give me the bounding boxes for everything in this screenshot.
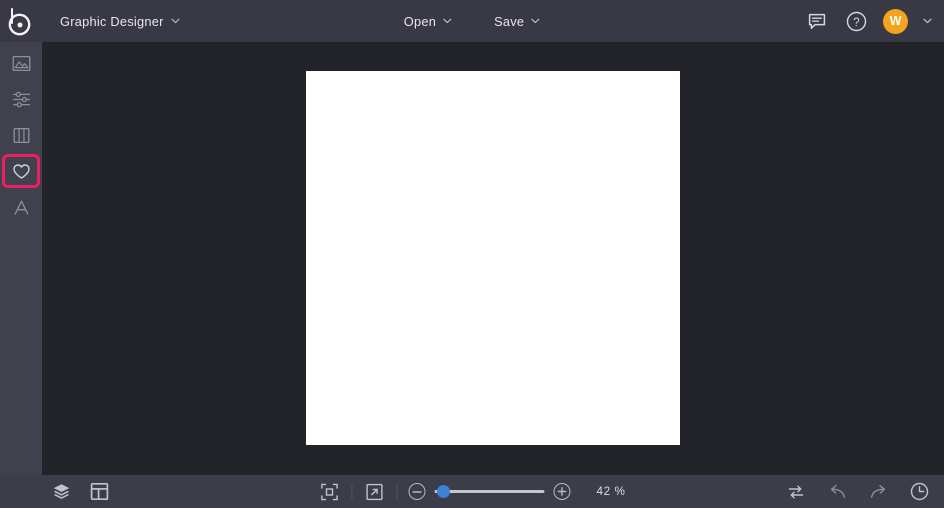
open-label: Open (403, 13, 437, 29)
toolbar-divider (351, 483, 353, 500)
sidebar-item-graphics[interactable] (2, 154, 40, 188)
layers-icon[interactable] (50, 481, 72, 503)
redo-arrow-icon[interactable] (867, 481, 889, 503)
save-label: Save (494, 13, 525, 29)
avatar-chevron-down-icon[interactable] (923, 18, 932, 24)
save-menu-button[interactable]: Save (484, 9, 550, 34)
project-title-dropdown[interactable]: Graphic Designer (52, 9, 188, 34)
sidebar-item-image[interactable] (6, 50, 36, 76)
comment-icon[interactable] (805, 9, 829, 33)
svg-text:?: ? (853, 16, 859, 28)
design-canvas[interactable] (306, 71, 680, 445)
open-menu-button[interactable]: Open (394, 9, 462, 34)
sidebar-item-text[interactable] (6, 194, 36, 220)
bottom-left-group (50, 481, 110, 503)
canvas-workspace[interactable] (42, 42, 944, 475)
header-right-actions: ? W (805, 0, 932, 42)
bottom-toolbar: 42 % (0, 475, 944, 508)
bottom-center-group: 42 % (318, 481, 625, 503)
sidebar-item-templates[interactable] (6, 122, 36, 148)
toolbar-divider (396, 483, 398, 500)
avatar[interactable]: W (883, 8, 908, 34)
chevron-down-icon (443, 18, 452, 24)
layout-panel-icon[interactable] (88, 481, 110, 503)
left-toolbar (0, 42, 42, 475)
zoom-in-button[interactable] (553, 483, 571, 500)
app-root: Graphic Designer Open Save ? W 42 % (0, 0, 944, 508)
bottom-right-group (785, 481, 930, 503)
chevron-down-icon (171, 18, 180, 24)
zoom-slider[interactable] (434, 485, 545, 499)
befunky-color-wheel-logo-icon (9, 8, 33, 34)
zoom-level-value: 42 % (596, 485, 626, 498)
expand-arrow-icon[interactable] (363, 481, 385, 503)
question-circle-icon[interactable]: ? (844, 9, 868, 33)
chevron-down-icon (531, 18, 540, 24)
sidebar-item-edit[interactable] (6, 86, 36, 112)
undo-arrow-icon[interactable] (826, 481, 848, 503)
zoom-controls: 42 % (408, 483, 625, 500)
app-header: Graphic Designer Open Save ? W (0, 0, 944, 42)
zoom-slider-thumb[interactable] (436, 485, 450, 498)
fit-to-screen-icon[interactable] (318, 481, 340, 503)
app-logo[interactable] (0, 0, 42, 42)
swap-arrows-icon[interactable] (785, 481, 807, 503)
zoom-out-button[interactable] (408, 483, 426, 500)
zoom-slider-track (434, 490, 545, 493)
project-title-label: Graphic Designer (60, 13, 164, 29)
header-center-actions: Open Save (394, 0, 550, 42)
history-clock-icon[interactable] (908, 481, 930, 503)
